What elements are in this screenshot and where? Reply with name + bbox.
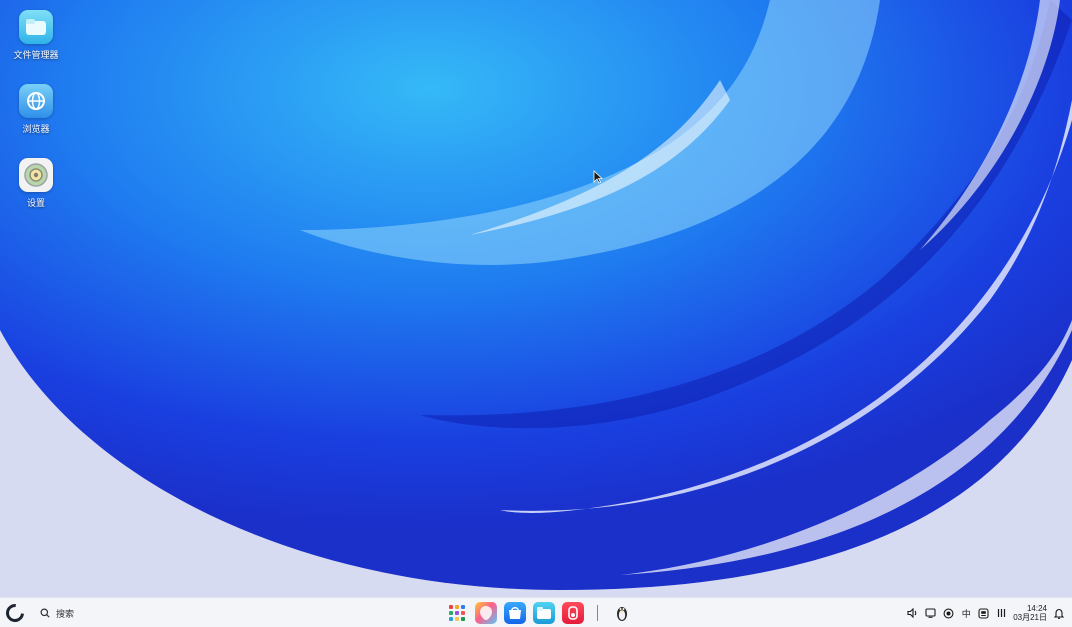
clock-time: 14:24 <box>1026 604 1047 613</box>
start-icon[interactable] <box>2 600 28 626</box>
taskbar: 搜索 中 14:24 03月21日 <box>0 597 1072 627</box>
wallpaper <box>0 0 1072 597</box>
desktop-icon-label: 文件管理器 <box>13 50 59 60</box>
search-icon <box>40 608 50 618</box>
ime-indicator[interactable]: 中 <box>961 606 971 620</box>
globe-icon <box>19 84 53 118</box>
clock-date: 03月21日 <box>1013 613 1047 622</box>
desktop-icon-area: 文件管理器 浏览器 设置 <box>6 10 66 232</box>
dock <box>446 602 633 624</box>
desktop-icon-label: 浏览器 <box>22 124 50 134</box>
penguin-icon[interactable] <box>611 602 633 624</box>
volume-icon[interactable] <box>907 606 918 620</box>
folder-icon <box>19 10 53 44</box>
color-app-icon[interactable] <box>475 602 497 624</box>
bell-icon[interactable] <box>1054 606 1064 620</box>
desktop-icon-label: 设置 <box>26 198 45 208</box>
dock-separator <box>597 605 598 621</box>
desktop-icon-file-manager[interactable]: 文件管理器 <box>6 10 66 80</box>
file-manager-icon[interactable] <box>533 602 555 624</box>
desktop: 文件管理器 浏览器 设置 <box>0 0 1072 597</box>
system-tray: 中 14:24 03月21日 <box>907 602 1064 624</box>
red-app-icon[interactable] <box>562 602 584 624</box>
record-icon[interactable] <box>943 606 954 620</box>
clock[interactable]: 14:24 03月21日 <box>1013 604 1047 622</box>
app-launcher-icon[interactable] <box>446 602 468 624</box>
bars-icon[interactable] <box>996 606 1006 620</box>
gear-icon <box>19 158 53 192</box>
desktop-icon-settings[interactable]: 设置 <box>6 158 66 228</box>
screen-icon[interactable] <box>925 606 936 620</box>
app-store-icon[interactable] <box>504 602 526 624</box>
search-box[interactable]: 搜索 <box>40 606 74 620</box>
search-label: 搜索 <box>56 608 75 619</box>
mouse-cursor <box>593 170 603 184</box>
desktop-icon-browser[interactable]: 浏览器 <box>6 84 66 154</box>
network-icon[interactable] <box>978 606 989 620</box>
